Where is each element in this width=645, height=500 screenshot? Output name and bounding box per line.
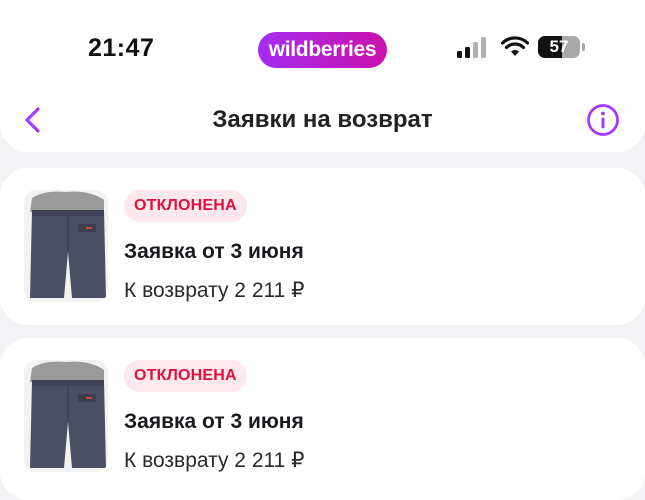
return-request-card[interactable]: ОТКЛОНЕНА Заявка от 3 июня К возврату 2 …	[0, 168, 645, 325]
product-thumbnail	[24, 190, 108, 302]
status-badge: ОТКЛОНЕНА	[124, 190, 247, 222]
brand-logo: wildberries	[258, 32, 387, 68]
battery-icon: 57	[538, 36, 580, 58]
battery-level: 57	[549, 37, 569, 56]
battery-cap	[582, 43, 585, 51]
request-title: Заявка от 3 июня	[124, 410, 304, 433]
status-badge: ОТКЛОНЕНА	[124, 360, 247, 392]
top-bar: 21:47 wildberries 57 Заявки на возврат	[0, 0, 645, 152]
refund-amount: К возврату 2 211 ₽	[124, 449, 305, 472]
product-thumbnail	[24, 360, 108, 472]
request-title: Заявка от 3 июня	[124, 240, 304, 263]
return-request-card[interactable]: ОТКЛОНЕНА Заявка от 3 июня К возврату 2 …	[0, 338, 645, 500]
trousers-image	[24, 360, 108, 472]
status-time: 21:47	[88, 34, 155, 62]
trousers-image	[24, 190, 108, 302]
page-title: Заявки на возврат	[212, 106, 433, 133]
cellular-signal-icon	[457, 37, 486, 58]
info-button[interactable]	[586, 103, 620, 137]
info-circle-icon	[587, 104, 619, 136]
wifi-icon	[501, 36, 529, 56]
refund-amount: К возврату 2 211 ₽	[124, 279, 305, 302]
